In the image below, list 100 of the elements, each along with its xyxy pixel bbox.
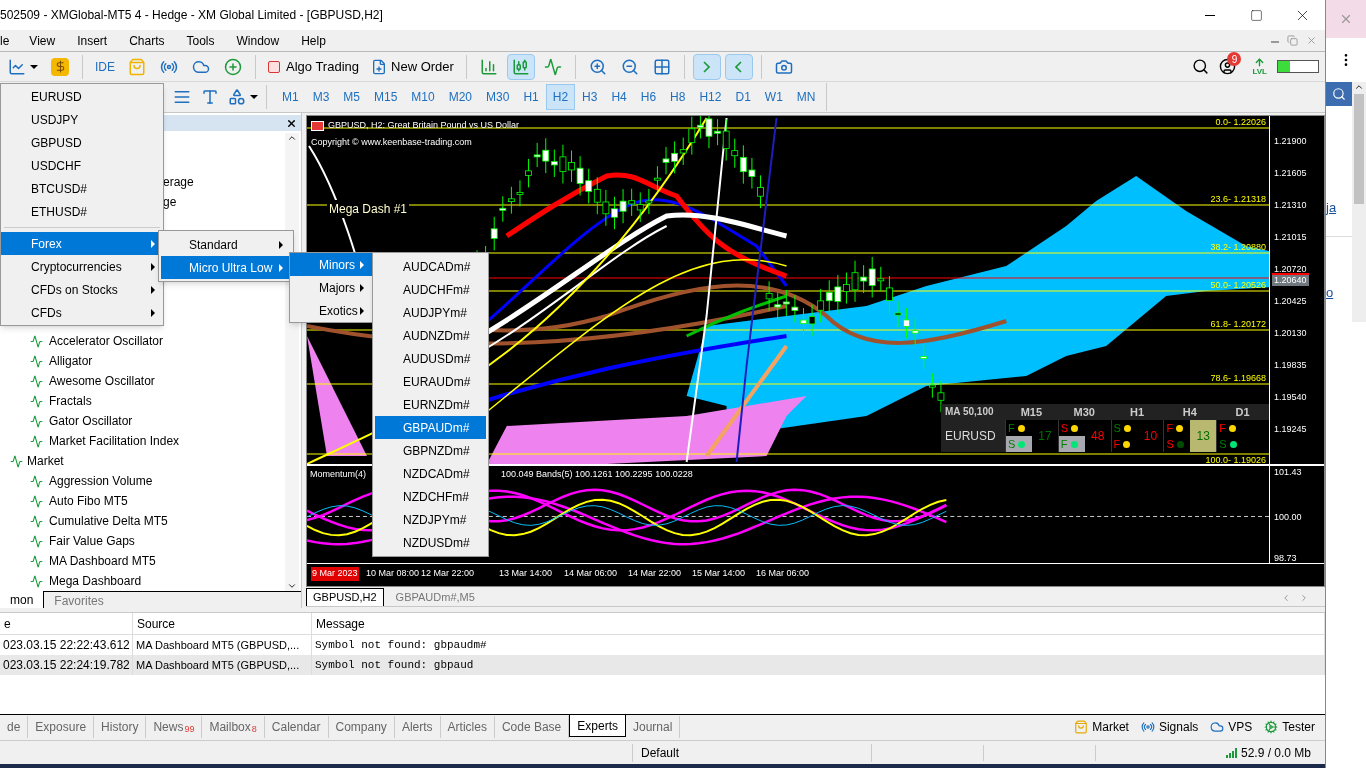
menu-item[interactable]: Tools [186,31,215,50]
column-header[interactable]: Message [312,613,1325,634]
menu-item[interactable]: EURUSD [1,85,163,108]
restore-icon[interactable] [1287,35,1298,46]
algo-trading-button[interactable]: Algo Trading [264,53,363,80]
menu-item[interactable]: Majors [290,276,372,299]
timeframe-button[interactable]: M15 [367,84,405,110]
timeframe-button[interactable]: M3 [305,84,337,110]
menu-item[interactable]: Exotics [290,299,372,322]
search-button[interactable] [1326,82,1352,106]
navigator-item[interactable]: erage [163,173,301,193]
timeframe-button[interactable]: D1 [728,84,758,110]
menu-item[interactable]: NZDCHFm# [375,485,486,508]
navigator-item[interactable]: Gator Oscillator [0,411,301,431]
column-header[interactable]: e [0,613,133,634]
menu-item[interactable]: Standard [161,233,291,256]
menu-item[interactable]: Insert [77,31,108,50]
navigator-item[interactable]: Market Facilitation Index [0,431,301,451]
menu-item[interactable]: Minors [290,253,372,276]
timeframe-button[interactable]: M10 [404,84,442,110]
timeframe-button[interactable]: H8 [663,84,693,110]
timeframe-button[interactable]: M30 [479,84,517,110]
toolbox-tab[interactable]: Exposure [28,715,95,738]
navigator-item[interactable]: Fractals [0,391,301,411]
navigator-item[interactable]: Alligator [0,351,301,371]
autoscroll-button[interactable] [692,53,721,80]
timeframe-button[interactable]: H6 [633,84,664,110]
menu-item[interactable]: AUDCADm# [375,255,486,278]
timeframe-button[interactable]: W1 [757,84,790,110]
toolbox-link[interactable]: Tester [1264,717,1315,736]
toolbox-link[interactable]: Signals [1140,717,1199,736]
toolbox-tab[interactable]: Mailbox8 [202,715,265,738]
menu-item[interactable]: NZDJPYm# [375,508,486,531]
toolbox-tab[interactable]: News 99 [146,715,203,738]
toolbox-link[interactable]: VPS [1210,717,1253,736]
toolbox-tab[interactable]: de [0,715,29,738]
menu-item[interactable]: Help [301,31,326,50]
menu-item[interactable]: USDJPY [1,108,163,131]
menu-item[interactable]: GBPUSD [1,131,163,154]
chart-tab[interactable]: GBPAUDm#,M5 [389,588,481,606]
navigator-item[interactable]: Awesome Oscillator [0,371,301,391]
chart-shift-button[interactable] [724,53,753,80]
menu-item[interactable]: EURAUDm# [375,370,486,393]
timeframe-button[interactable]: MN [789,84,823,110]
menu-item[interactable]: NZDUSDm# [375,531,486,554]
timeframe-button[interactable]: H1 [516,84,546,110]
menu-item[interactable]: EURNZDm# [375,393,486,416]
menu-item[interactable]: GBPNZDm# [375,439,486,462]
menu-item[interactable]: CFDs on Stocks [1,278,163,301]
close-icon[interactable] [286,117,297,129]
new-order-button[interactable]: New Order [367,53,458,80]
link[interactable]: ja [1326,198,1352,218]
navigator-item[interactable]: Cumulative Delta MT5 [0,511,301,531]
scrollbar[interactable] [1352,82,1366,322]
timeframe-button[interactable]: H3 [575,84,605,110]
menu-item[interactable]: USDCHF [1,154,163,177]
timeframe-button[interactable]: H4 [604,84,634,110]
timeframe-button[interactable]: M5 [336,84,367,110]
menu-item[interactable]: BTCUSD# [1,177,163,200]
menu-item[interactable]: View [29,31,56,50]
menu-item[interactable]: AUDNZDm# [375,324,486,347]
scroll-left-icon[interactable] [1281,593,1291,603]
menu-item[interactable]: AUDCHFm# [375,278,486,301]
link[interactable]: o [1326,282,1352,302]
navigator-item[interactable]: Accelerator Oscillator [0,331,301,351]
toolbox-link[interactable]: Market [1074,717,1129,736]
navigator-item[interactable]: Auto Fibo MT5 [0,491,301,511]
chart-tab[interactable]: GBPUSD,H2 [306,588,384,606]
menu-item[interactable]: GBPAUDm# [375,416,486,439]
toolbox-tab[interactable]: Experts [569,715,626,737]
log-row[interactable]: 023.03.15 22:24:19.782 MA Dashboard MT5 (GBPUSD,... Symbol not found: gbpaud [0,655,1325,675]
menu-item[interactable]: le [0,31,10,50]
menu-item[interactable]: AUDJPYm# [375,301,486,324]
menu-item[interactable]: NZDCADm# [375,462,486,485]
timeframe-button[interactable]: M1 [275,84,306,110]
menu-item[interactable]: Micro Ultra Low [161,256,291,279]
navigator-item[interactable]: Mega Dashboard [0,571,301,591]
menu-item[interactable]: CFDs [1,301,163,324]
candlestick-button[interactable] [506,53,535,80]
menu-item[interactable]: Window [236,31,280,50]
toolbox-tab[interactable]: Alerts [394,715,441,738]
toolbox-tab[interactable]: History [94,715,147,738]
timeframe-button[interactable]: M20 [441,84,480,110]
timeframe-button[interactable]: H2 [545,84,576,110]
navigator-folder[interactable]: Market [0,451,301,471]
navigator-item[interactable]: MA Dashboard MT5 [0,551,301,571]
navigator-item[interactable]: ge [163,193,301,213]
toolbox-tab[interactable]: Journal [625,715,681,738]
scroll-right-icon[interactable] [1299,593,1309,603]
search-icon[interactable] [1192,58,1210,75]
ide-button[interactable]: IDE [91,53,119,80]
toolbox-tab[interactable]: Company [328,715,395,738]
column-header[interactable]: Source [133,613,312,634]
toolbox-tab[interactable]: Calendar [264,715,329,738]
timeframe-button[interactable]: H12 [692,84,729,110]
menu-item[interactable]: AUDUSDm# [375,347,486,370]
menu-item[interactable]: ETHUSD# [1,200,163,223]
navigator-tab[interactable]: mon [0,591,45,608]
toolbox-tab[interactable]: Articles [440,715,495,738]
navigator-item[interactable]: Aggression Volume [0,471,301,491]
